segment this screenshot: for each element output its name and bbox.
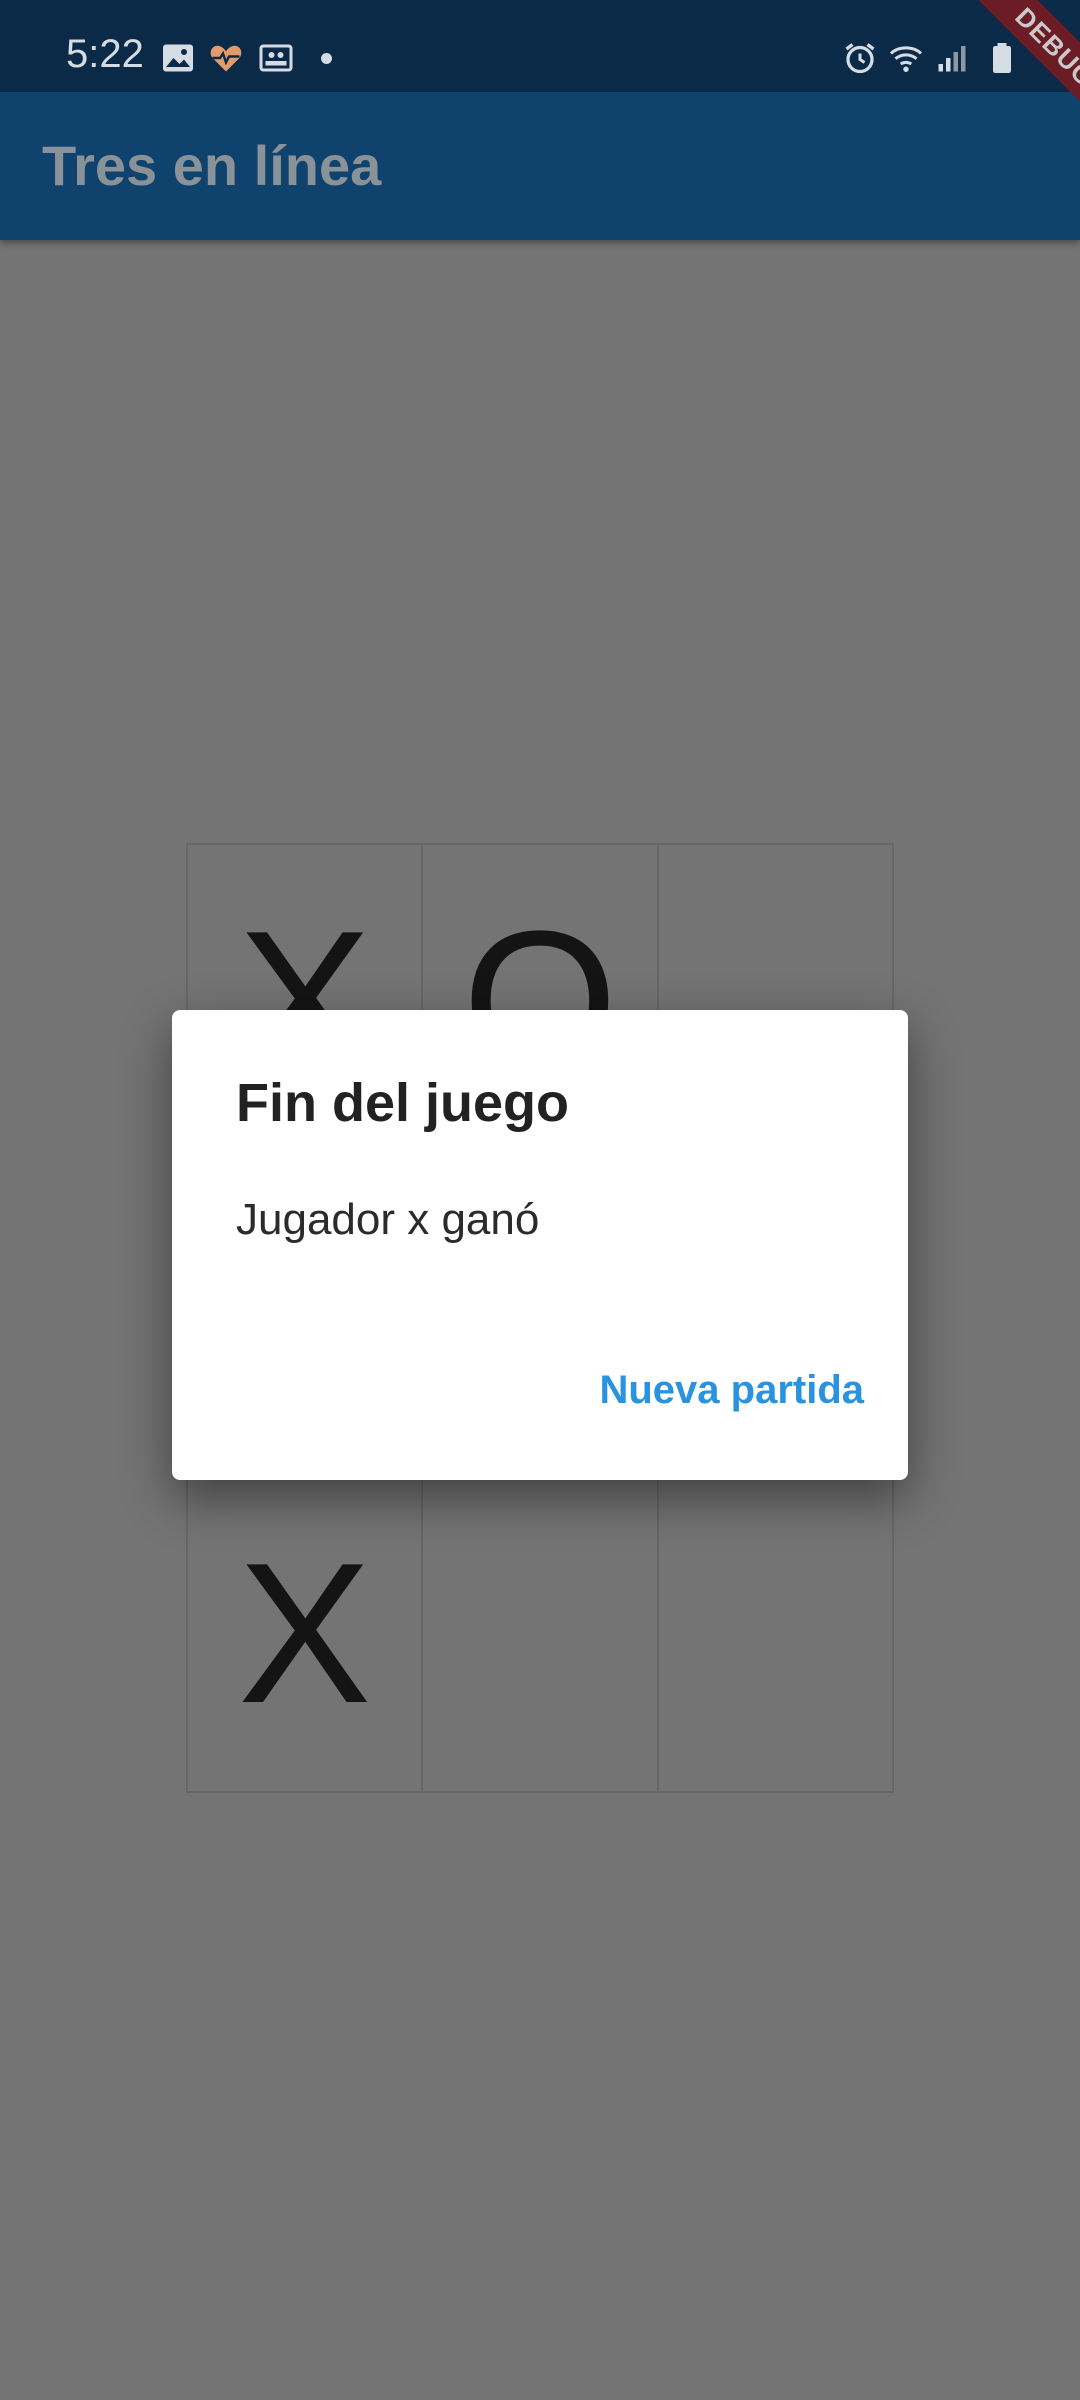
- app-title: Tres en línea: [42, 134, 382, 197]
- image-icon: [163, 44, 193, 72]
- status-bar: 5:22: [0, 0, 1080, 92]
- board-cell-8[interactable]: [658, 1477, 894, 1793]
- app-bar: Tres en línea: [0, 92, 1080, 240]
- photo-frame-icon: [259, 44, 293, 72]
- signal-icon: [938, 46, 966, 72]
- board-cell-7[interactable]: [423, 1477, 659, 1793]
- dialog-title: Fin del juego: [236, 1073, 569, 1133]
- battery-icon: [993, 43, 1011, 73]
- notification-dot: [321, 53, 332, 64]
- wifi-icon: [889, 46, 923, 72]
- board-cell-6[interactable]: X: [188, 1477, 424, 1793]
- dialog-message: Jugador x ganó: [236, 1195, 540, 1244]
- new-game-button[interactable]: Nueva partida: [599, 1368, 864, 1412]
- heart-monitor-icon: [210, 45, 242, 72]
- alarm-icon: [845, 43, 875, 74]
- status-time: 5:22: [66, 32, 144, 76]
- game-over-dialog: Fin del juego Jugador x ganó Nueva parti…: [172, 1010, 908, 1480]
